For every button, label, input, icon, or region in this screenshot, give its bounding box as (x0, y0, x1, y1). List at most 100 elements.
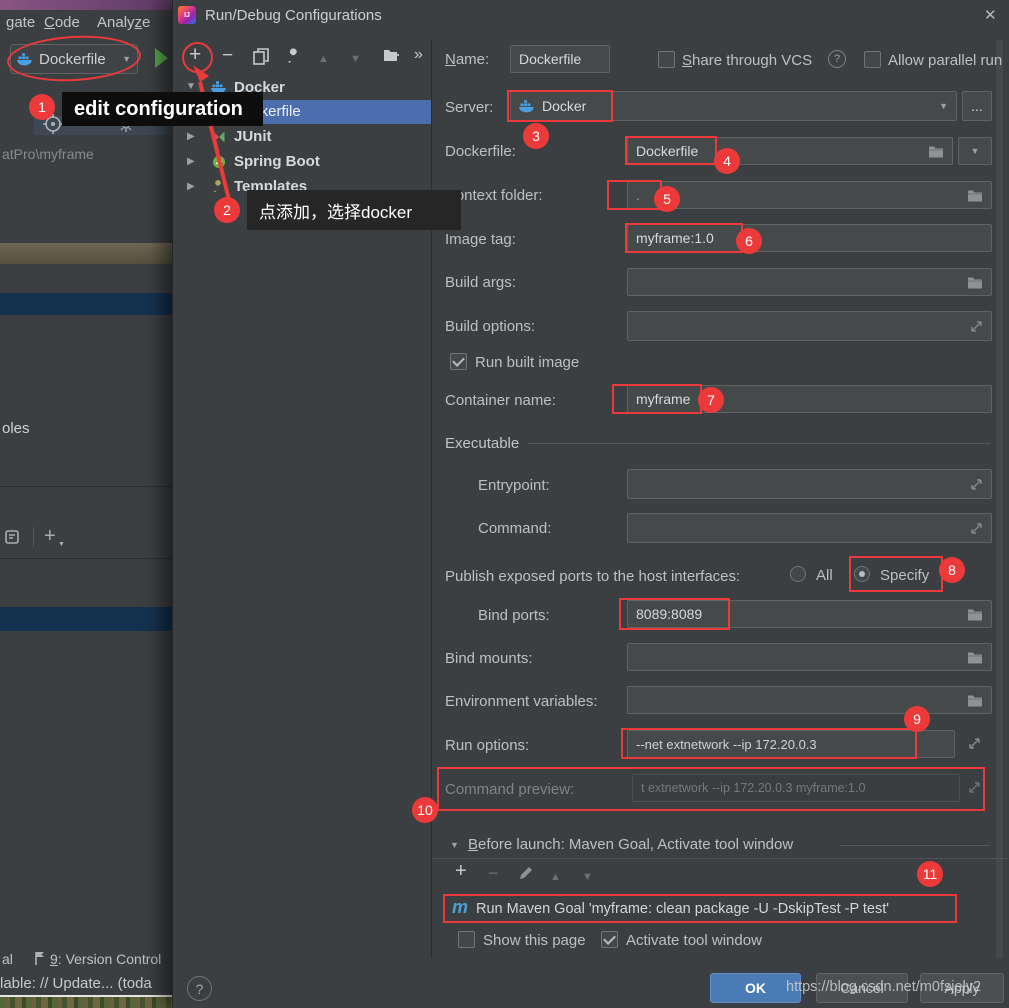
project-path: atPro\myframe (2, 146, 94, 162)
edit-pencil-icon[interactable] (518, 866, 533, 886)
version-control-tab[interactable]: 9: Version Control (50, 951, 161, 967)
dockerfile-input[interactable]: Dockerfile (627, 137, 953, 165)
ide-background: gate Code Analyze Dockerfile ▼ − atPro\m… (0, 0, 172, 1008)
maven-icon: m (452, 897, 468, 918)
show-this-page-label: Show this page (483, 932, 586, 949)
publish-all-radio[interactable] (790, 566, 806, 582)
server-combobox[interactable]: Docker ▼ (510, 91, 957, 121)
wrench-icon[interactable] (286, 48, 303, 70)
annotation-badge-6: 6 (736, 228, 762, 254)
consoles-label: oles (2, 420, 30, 437)
expand-icon[interactable] (970, 478, 983, 491)
command-preview-field: t extnetwork --ip 172.20.0.3 myframe:1.0 (632, 774, 960, 802)
bind-mounts-label: Bind mounts: (445, 650, 533, 667)
command-preview-label: Command preview: (445, 781, 574, 798)
more-actions-icon[interactable]: » (414, 45, 423, 64)
dialog-help-button[interactable]: ? (187, 976, 212, 1001)
docker-icon (519, 99, 535, 113)
bind-mounts-input[interactable] (627, 643, 992, 671)
entrypoint-input[interactable] (627, 469, 992, 499)
allow-parallel-label: Allow parallel run (888, 52, 1002, 69)
annotation-badge-1: 1 (29, 94, 55, 120)
panel-divider (0, 486, 172, 487)
window-title-gradient (0, 0, 172, 10)
create-folder-icon[interactable] (383, 48, 401, 68)
close-icon[interactable]: ✕ (984, 6, 997, 24)
expand-icon[interactable] (968, 737, 981, 750)
share-vcs-label: Share through VCS (682, 52, 812, 69)
move-down-icon[interactable]: ▼ (350, 50, 361, 69)
run-built-image-checkbox[interactable] (450, 353, 467, 370)
help-circle-icon[interactable]: ? (828, 50, 846, 68)
folder-icon[interactable] (967, 694, 983, 707)
activate-tool-window-label: Activate tool window (626, 932, 762, 949)
context-folder-input[interactable]: . (627, 181, 992, 209)
server-browse-button[interactable]: ... (962, 91, 992, 121)
desktop-wallpaper-sliver (0, 997, 172, 1008)
run-options-input[interactable]: --net extnetwork --ip 172.20.0.3 (627, 730, 955, 758)
intellij-logo-icon: IJ (178, 6, 196, 24)
add-icon[interactable]: + (44, 527, 56, 546)
dockerfile-dropdown-button[interactable]: ▼ (958, 137, 992, 165)
menu-item-navigate[interactable]: gate (6, 14, 35, 31)
tree-item-spring-boot[interactable]: Spring Boot (234, 153, 320, 170)
command-input[interactable] (627, 513, 992, 543)
frame-icon[interactable] (4, 528, 22, 551)
annotation-badge-5: 5 (654, 186, 680, 212)
run-options-label: Run options: (445, 737, 529, 754)
activate-tool-window-checkbox[interactable] (601, 931, 618, 948)
screen: gate Code Analyze Dockerfile ▼ − atPro\m… (0, 0, 1009, 1008)
show-this-page-checkbox[interactable] (458, 931, 475, 948)
name-input[interactable]: Dockerfile (510, 45, 610, 73)
folder-icon[interactable] (967, 276, 983, 289)
chevron-down-icon: ▼ (971, 146, 980, 156)
status-bar-text: lable: // Update... (toda (0, 975, 152, 992)
folder-icon[interactable] (967, 608, 983, 621)
run-built-image-label: Run built image (475, 354, 579, 371)
bind-ports-input[interactable]: 8089:8089 (627, 600, 992, 628)
annotation-badge-11: 11 (917, 861, 943, 887)
add-docker-tooltip: 点添加，选择docker (247, 190, 461, 230)
folder-icon[interactable] (928, 145, 944, 158)
build-args-input[interactable] (627, 268, 992, 296)
build-options-label: Build options: (445, 318, 535, 335)
before-launch-header[interactable]: Before launch: Maven Goal, Activate tool… (468, 836, 793, 853)
menu-item-code[interactable]: Code (44, 14, 80, 31)
remove-task-button[interactable]: − (488, 864, 499, 883)
publish-ports-label: Publish exposed ports to the host interf… (445, 568, 740, 585)
publish-specify-radio[interactable] (854, 566, 870, 582)
env-vars-input[interactable] (627, 686, 992, 714)
terminal-tab-label[interactable]: al (2, 951, 13, 967)
expand-icon[interactable] (970, 320, 983, 333)
menu-item-analyze[interactable]: Analyze (97, 14, 150, 31)
entrypoint-label: Entrypoint: (478, 477, 550, 494)
expand-icon[interactable] (968, 781, 981, 794)
annotation-badge-2: 2 (214, 197, 240, 223)
add-task-button[interactable]: + (455, 862, 467, 881)
share-vcs-checkbox[interactable] (658, 51, 675, 68)
folder-icon[interactable] (967, 189, 983, 202)
allow-parallel-checkbox[interactable] (864, 51, 881, 68)
command-label: Command: (478, 520, 551, 537)
panel-divider-2 (0, 558, 172, 559)
before-launch-collapse-icon[interactable]: ▼ (450, 840, 459, 850)
annotation-badge-10: 10 (412, 797, 438, 823)
expand-icon[interactable] (970, 522, 983, 535)
dockerfile-label: Dockerfile: (445, 143, 516, 160)
task-down-icon[interactable]: ▼ (582, 868, 593, 887)
bind-ports-label: Bind ports: (478, 607, 550, 624)
scrollbar-track[interactable] (996, 40, 1003, 958)
folder-icon[interactable] (967, 651, 983, 664)
maven-goal-task[interactable]: Run Maven Goal 'myframe: clean package -… (476, 901, 889, 917)
run-button[interactable] (155, 48, 168, 68)
task-up-icon[interactable]: ▲ (550, 868, 561, 887)
copy-config-icon[interactable] (253, 48, 269, 70)
list-selection-bar (0, 607, 172, 631)
container-name-label: Container name: (445, 392, 556, 409)
caret-down-icon: ▼ (58, 541, 65, 548)
annotation-badge-7: 7 (698, 387, 724, 413)
move-up-icon[interactable]: ▲ (318, 50, 329, 69)
build-options-input[interactable] (627, 311, 992, 341)
container-name-input[interactable]: myframe (627, 385, 992, 413)
image-tag-input[interactable]: myframe:1.0 (627, 224, 992, 252)
